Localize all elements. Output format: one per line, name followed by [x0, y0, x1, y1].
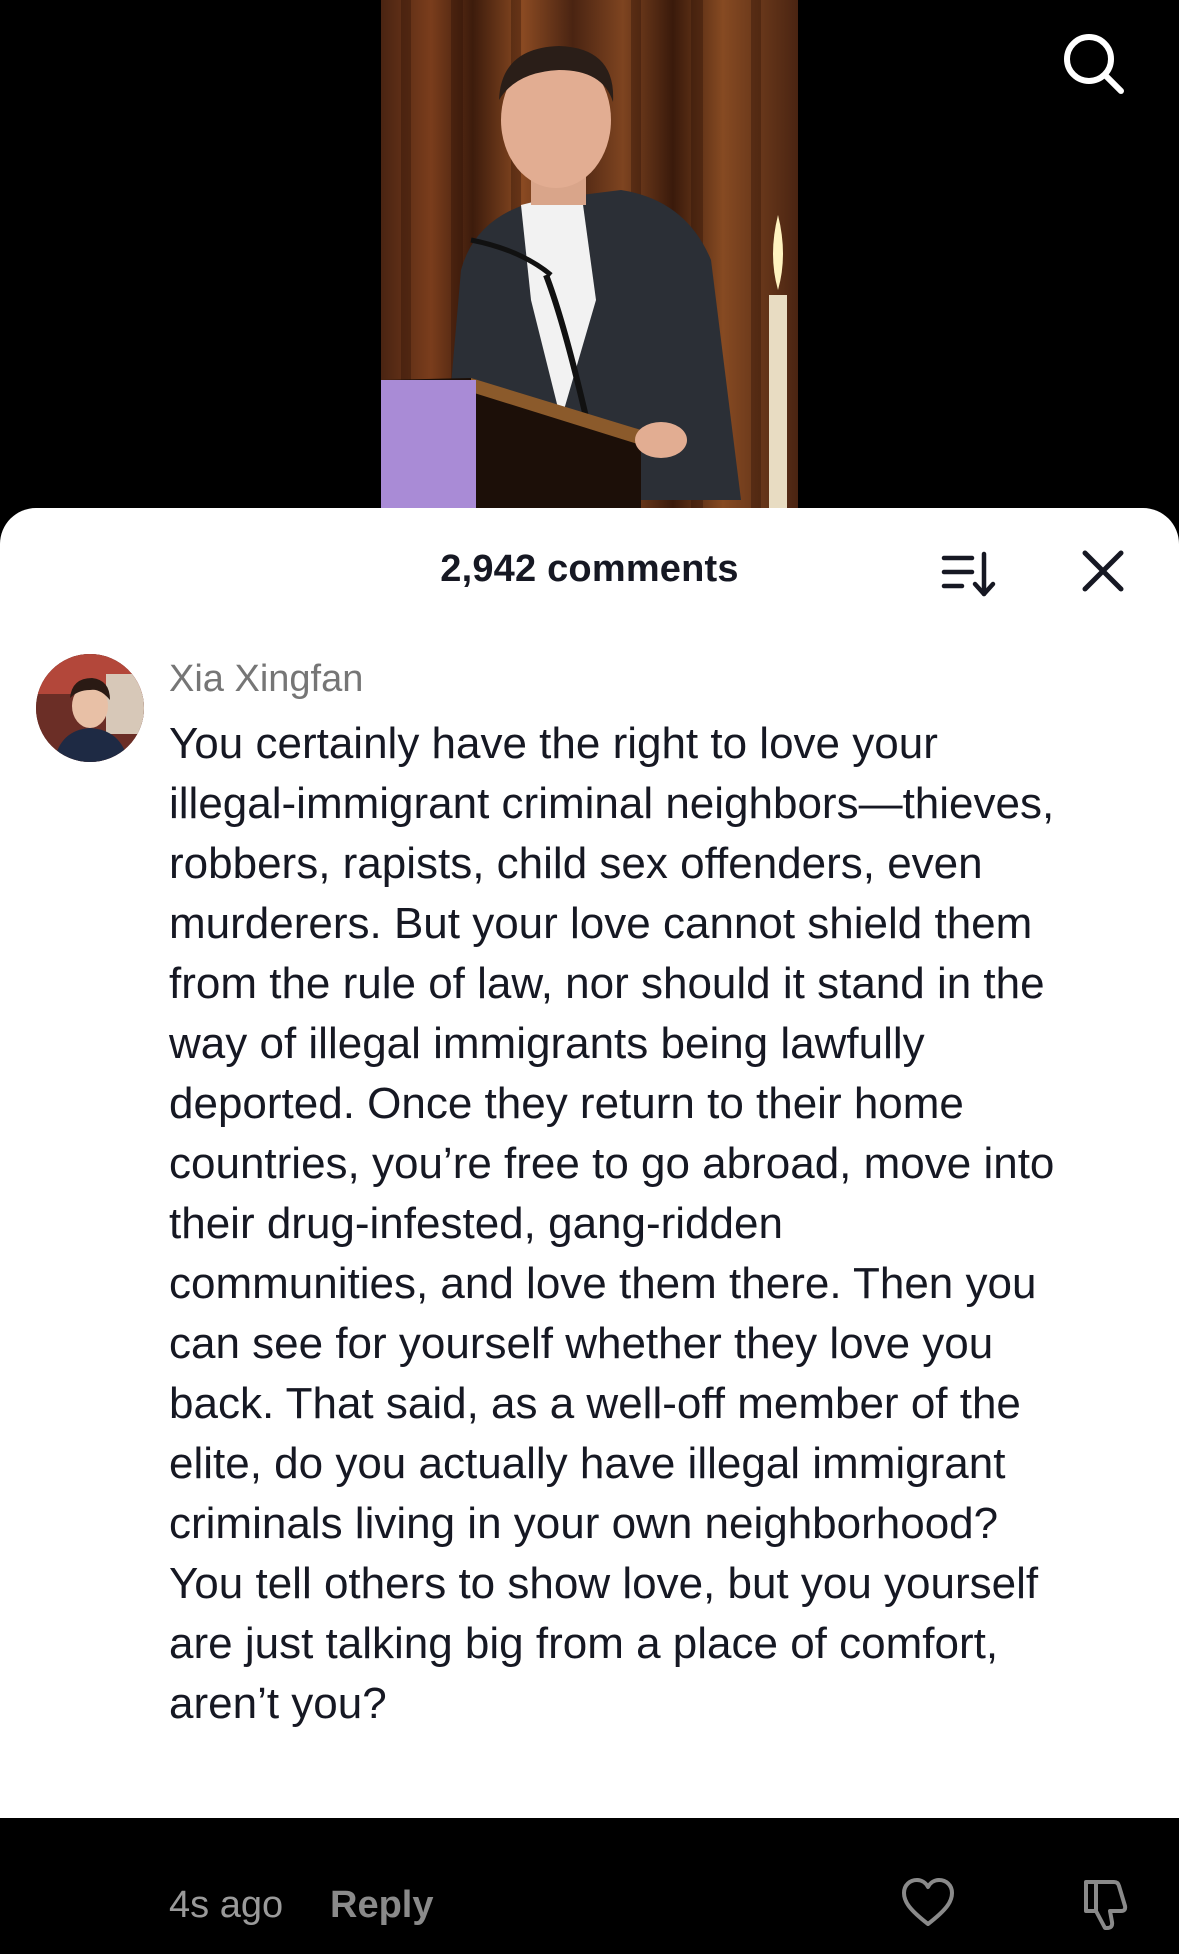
comment-username[interactable]: Xia Xingfan: [169, 658, 363, 701]
comment-footer: 4s ago Reply: [0, 1878, 1179, 1954]
search-icon[interactable]: [1058, 28, 1128, 98]
comment-text: You certainly have the right to love you…: [169, 719, 1055, 1728]
close-icon[interactable]: [1080, 548, 1126, 594]
comment-count: 2,942 comments: [440, 548, 739, 590]
heart-icon[interactable]: [900, 1876, 956, 1932]
comment-timestamp: 4s ago: [169, 1884, 284, 1926]
comments-sheet: 2,942 comments Xia Xingfan You certainly…: [0, 508, 1179, 1930]
video-player[interactable]: [0, 0, 1179, 520]
reply-button[interactable]: Reply: [330, 1884, 433, 1927]
sort-list-icon[interactable]: [940, 546, 996, 602]
avatar[interactable]: [36, 654, 144, 762]
thumbs-down-icon[interactable]: [1078, 1876, 1134, 1932]
video-frame: [381, 0, 798, 508]
comments-header: 2,942 comments: [0, 508, 1179, 628]
